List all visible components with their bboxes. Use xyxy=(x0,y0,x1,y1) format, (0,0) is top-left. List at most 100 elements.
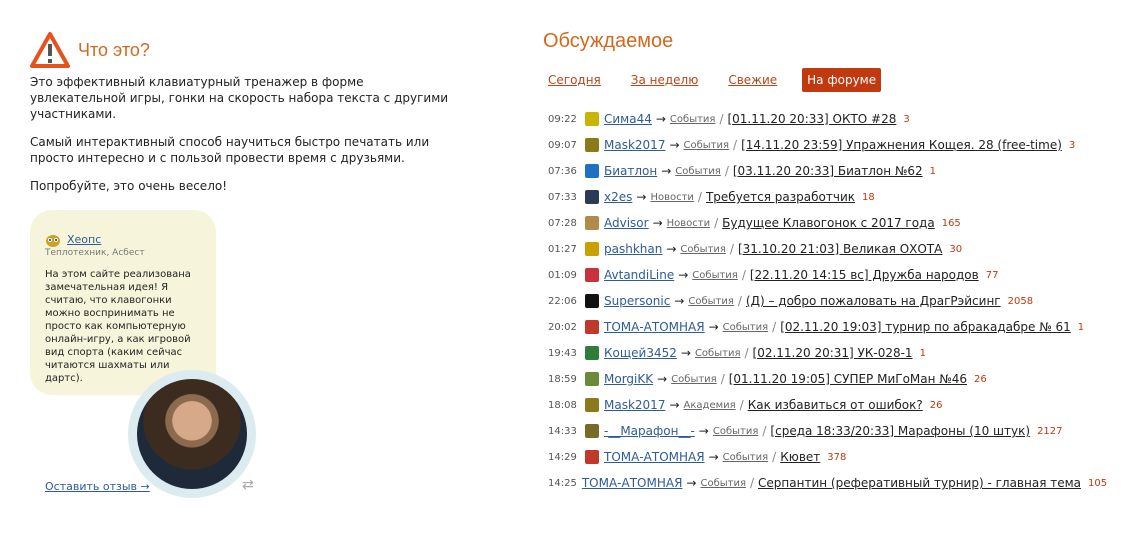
item-topic-link[interactable]: [31.10.20 21:03] Великая ОХОТА xyxy=(738,242,942,256)
item-section-link[interactable]: События xyxy=(713,426,759,437)
item-topic-link[interactable]: Как избавиться от ошибок? xyxy=(748,398,923,412)
reviewer-avatar-ring xyxy=(128,370,256,498)
item-comment-count: 30 xyxy=(949,243,963,255)
item-user-link[interactable]: pashkhan xyxy=(604,242,662,256)
list-item: 01:09 AvtandiLine → События / [22.11.20 14:15… xyxy=(543,262,1103,288)
item-user-link[interactable]: AvtandiLine xyxy=(604,268,674,282)
item-topic-link[interactable]: Требуется разработчик xyxy=(706,190,855,204)
review-author: Хеопс xyxy=(45,232,204,247)
separator: / xyxy=(714,216,719,230)
item-topic-link[interactable]: Будущее Клавогонок с 2017 года xyxy=(722,216,935,230)
list-item: 09:22 Сима44 → События / [01.11.20 20:33] ОКТ… xyxy=(543,106,1103,132)
item-comment-count: 105 xyxy=(1088,477,1108,489)
reviewer-avatar xyxy=(137,379,247,489)
item-section-link[interactable]: Новости xyxy=(650,192,693,203)
item-time: 18:08 xyxy=(548,399,577,411)
about-description: Это эффективный клавиатурный тренажер в … xyxy=(30,74,460,194)
list-item: 09:07 Mask2017 → События / [14.11.20 23:59] У… xyxy=(543,132,1103,158)
item-user-link[interactable]: Кощей3452 xyxy=(604,346,677,360)
list-item: 19:43 Кощей3452 → События / [02.11.20 20:31] … xyxy=(543,340,1103,366)
item-topic-link[interactable]: [02.11.20 20:31] УК-028-1 xyxy=(753,346,913,360)
item-topic-link[interactable]: (Д) – добро пожаловать на ДрагРэйсинг xyxy=(746,294,1001,308)
item-topic-link[interactable]: Серпантин (реферативный турнир) - главна… xyxy=(758,476,1081,490)
arrow-icon: → xyxy=(678,268,689,282)
item-topic-link[interactable]: [14.11.20 23:59] Упражнения Кощея. 28 (f… xyxy=(741,138,1062,152)
item-user-link[interactable]: Mask2017 xyxy=(604,398,665,412)
tab-week[interactable]: За неделю xyxy=(626,68,704,92)
item-section-link[interactable]: События xyxy=(723,322,769,333)
arrow-icon: → xyxy=(657,372,668,386)
item-section-link[interactable]: События xyxy=(671,374,717,385)
arrow-icon: → xyxy=(708,320,719,334)
separator: / xyxy=(733,138,738,152)
item-section-link[interactable]: Академия xyxy=(684,400,736,411)
list-item: 14:29 ТОМА-АТОМНАЯ → События / Кювет 378 xyxy=(543,444,1103,470)
item-user-link[interactable]: Supersonic xyxy=(604,294,670,308)
discussed-title: Обсуждаемое xyxy=(543,30,674,52)
item-user-link[interactable]: Mask2017 xyxy=(604,138,665,152)
item-section-link[interactable]: События xyxy=(688,296,734,307)
separator: / xyxy=(741,268,746,282)
tab-today[interactable]: Сегодня xyxy=(543,68,606,92)
item-user-link[interactable]: x2es xyxy=(604,190,632,204)
leave-review-link[interactable]: Оставить отзыв → xyxy=(45,480,150,493)
item-user-link[interactable]: -__Марафон__- xyxy=(604,424,695,438)
review-text: На этом сайте реализована замечательная … xyxy=(45,269,191,384)
user-avatar-icon xyxy=(585,398,599,412)
about-paragraph-1: Это эффективный клавиатурный тренажер в … xyxy=(30,75,449,121)
arrow-icon: → xyxy=(652,216,663,230)
user-avatar-icon xyxy=(585,346,599,360)
item-topic-link[interactable]: [01.11.20 20:33] ОКТО #28 xyxy=(727,112,896,126)
item-topic-link[interactable]: [22.11.20 14:15 вс] Дружба народов xyxy=(750,268,979,282)
separator: / xyxy=(772,320,777,334)
item-comment-count: 18 xyxy=(862,191,875,203)
item-comment-count: 3 xyxy=(903,113,910,125)
user-avatar-icon xyxy=(585,242,599,256)
item-comment-count: 2058 xyxy=(1007,295,1034,307)
item-section-link[interactable]: События xyxy=(670,114,716,125)
user-avatar-icon xyxy=(585,164,599,178)
arrow-icon: → xyxy=(669,138,680,152)
item-user-link[interactable]: ТОМА-АТОМНАЯ xyxy=(582,476,683,490)
item-topic-link[interactable]: [02.11.20 19:03] турнир по абракадабре №… xyxy=(780,320,1071,334)
item-section-link[interactable]: События xyxy=(692,270,738,281)
user-avatar-icon xyxy=(585,320,599,334)
item-topic-link[interactable]: [среда 18:33/20:33] Марафоны (10 штук) xyxy=(770,424,1030,438)
list-item: 07:33 x2es → Новости / Требуется разработчик 1… xyxy=(543,184,1103,210)
user-avatar-icon xyxy=(585,216,599,230)
item-comment-count: 1 xyxy=(929,165,937,177)
arrow-icon: → xyxy=(674,294,685,308)
item-user-link[interactable]: ТОМА-АТОМНАЯ xyxy=(604,320,705,334)
review-author-link[interactable]: Хеопс xyxy=(67,233,101,246)
item-comment-count: 378 xyxy=(827,451,847,463)
item-time: 14:25 xyxy=(548,477,577,489)
tab-fresh[interactable]: Свежие xyxy=(723,68,782,92)
item-user-link[interactable]: Сима44 xyxy=(604,112,652,126)
list-item: 07:28 Advisor → Новости / Будущее Клавогонок … xyxy=(543,210,1103,236)
item-user-link[interactable]: MorgiKK xyxy=(604,372,653,386)
tab-forum[interactable]: На форуме xyxy=(802,68,882,92)
item-user-link[interactable]: Advisor xyxy=(604,216,649,230)
item-section-link[interactable]: События xyxy=(695,348,741,359)
item-topic-link[interactable]: [03.11.20 20:33] Биатлон №62 xyxy=(733,164,923,178)
user-avatar-icon xyxy=(585,372,599,386)
item-time: 09:07 xyxy=(548,139,577,151)
item-topic-link[interactable]: [01.11.20 19:05] СУПЕР МиГоМан №46 xyxy=(729,372,967,386)
arrow-icon: → xyxy=(655,112,666,126)
item-user-link[interactable]: ТОМА-АТОМНАЯ xyxy=(604,450,705,464)
user-avatar-icon xyxy=(585,294,599,308)
separator: / xyxy=(762,424,767,438)
item-topic-link[interactable]: Кювет xyxy=(780,450,820,464)
item-section-link[interactable]: События xyxy=(680,244,726,255)
discussed-section: Обсуждаемое Сегодня За неделю Свежие На … xyxy=(543,30,1107,496)
item-user-link[interactable]: Биатлон xyxy=(604,164,657,178)
item-section-link[interactable]: События xyxy=(684,140,730,151)
review-bubble: Хеопс Теплотехник, Асбест На этом сайте … xyxy=(30,210,216,395)
item-section-link[interactable]: События xyxy=(675,166,721,177)
refresh-icon[interactable]: ⇄ xyxy=(242,477,254,493)
item-section-link[interactable]: События xyxy=(700,478,746,489)
item-section-link[interactable]: Новости xyxy=(667,218,710,229)
about-header: Что это? xyxy=(30,30,460,70)
item-section-link[interactable]: События xyxy=(723,452,769,463)
item-comment-count: 1 xyxy=(919,347,926,359)
